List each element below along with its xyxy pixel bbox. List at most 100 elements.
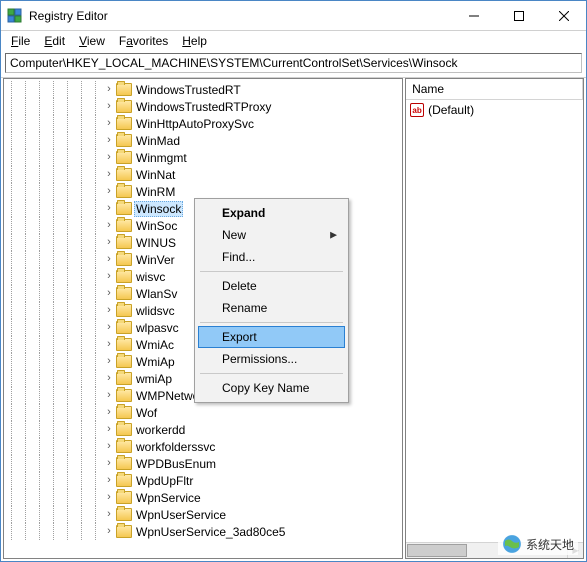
- ctx-separator: [200, 373, 343, 374]
- expander-icon[interactable]: ›: [102, 509, 116, 520]
- tree-item[interactable]: › workerdd: [4, 421, 402, 438]
- scrollbar-thumb[interactable]: [407, 544, 467, 557]
- expander-icon[interactable]: ›: [102, 271, 116, 282]
- expander-icon[interactable]: ›: [102, 203, 116, 214]
- tree-item-label: WINUS: [134, 236, 178, 250]
- expander-icon[interactable]: ›: [102, 475, 116, 486]
- list-pane[interactable]: Name ab (Default) ▶: [405, 78, 584, 559]
- expander-icon[interactable]: ›: [102, 186, 116, 197]
- folder-icon: [116, 440, 132, 453]
- folder-icon: [116, 389, 132, 402]
- expander-icon[interactable]: ›: [102, 356, 116, 367]
- submenu-arrow-icon: ▶: [330, 230, 337, 241]
- tree-item-label: WmiAp: [134, 355, 177, 369]
- ctx-copy-key-name[interactable]: Copy Key Name: [198, 377, 345, 399]
- tree-item[interactable]: › WpnUserService_3ad80ce5: [4, 523, 402, 540]
- tree-item[interactable]: ›WpnService: [4, 489, 402, 506]
- ctx-new[interactable]: New▶: [198, 224, 345, 246]
- app-icon: [7, 8, 23, 24]
- menu-file[interactable]: File: [5, 33, 36, 49]
- folder-icon: [116, 525, 132, 538]
- list-header: Name: [406, 79, 583, 100]
- expander-icon[interactable]: ›: [102, 220, 116, 231]
- tree-item[interactable]: ›WinMad: [4, 132, 402, 149]
- expander-icon[interactable]: ›: [102, 458, 116, 469]
- tree-item[interactable]: › workfolderssvc: [4, 438, 402, 455]
- expander-icon[interactable]: ›: [102, 254, 116, 265]
- tree-item-label: WlanSv: [134, 287, 179, 301]
- tree-item[interactable]: ›WinNat: [4, 166, 402, 183]
- expander-icon[interactable]: ›: [102, 492, 116, 503]
- tree-item-label: wmiAp: [134, 372, 174, 386]
- tree-item[interactable]: › WPDBusEnum: [4, 455, 402, 472]
- ctx-expand[interactable]: Expand: [198, 202, 345, 224]
- tree-item-label: WinVer: [134, 253, 177, 267]
- globe-icon: [502, 534, 522, 554]
- expander-icon[interactable]: ›: [102, 152, 116, 163]
- expander-icon[interactable]: ›: [102, 237, 116, 248]
- tree-item[interactable]: ›WpdUpFltr: [4, 472, 402, 489]
- minimize-button[interactable]: [451, 1, 496, 30]
- tree-item-label: WPDBusEnum: [134, 457, 218, 471]
- menu-view[interactable]: View: [73, 33, 111, 49]
- folder-icon: [116, 338, 132, 351]
- ctx-export[interactable]: Export: [198, 326, 345, 348]
- menu-help[interactable]: Help: [176, 33, 213, 49]
- expander-icon[interactable]: ›: [102, 84, 116, 95]
- folder-icon: [116, 83, 132, 96]
- tree-item-label: WpnUserService_3ad80ce5: [134, 525, 287, 539]
- folder-icon: [116, 491, 132, 504]
- column-name[interactable]: Name: [406, 79, 583, 99]
- tree-item[interactable]: › WpnUserService: [4, 506, 402, 523]
- expander-icon[interactable]: ›: [102, 118, 116, 129]
- folder-icon: [116, 236, 132, 249]
- list-row-default[interactable]: ab (Default): [406, 102, 583, 118]
- ctx-find[interactable]: Find...: [198, 246, 345, 268]
- expander-icon[interactable]: ›: [102, 373, 116, 384]
- menu-edit[interactable]: Edit: [38, 33, 71, 49]
- tree-item[interactable]: ›WinHttpAutoProxySvc: [4, 115, 402, 132]
- tree-item-label: workerdd: [134, 423, 187, 437]
- expander-icon[interactable]: ›: [102, 288, 116, 299]
- expander-icon[interactable]: ›: [102, 305, 116, 316]
- tree-item-label: Winsock: [134, 201, 183, 217]
- expander-icon[interactable]: ›: [102, 135, 116, 146]
- ctx-separator: [200, 322, 343, 323]
- tree-item[interactable]: ›WindowsTrustedRT: [4, 81, 402, 98]
- expander-icon[interactable]: ›: [102, 526, 116, 537]
- expander-icon[interactable]: ›: [102, 169, 116, 180]
- tree-item-label: workfolderssvc: [134, 440, 217, 454]
- folder-icon: [116, 423, 132, 436]
- watermark: 系统天地: [498, 533, 578, 555]
- tree-item[interactable]: ›WindowsTrustedRTProxy: [4, 98, 402, 115]
- expander-icon[interactable]: ›: [102, 101, 116, 112]
- folder-icon: [116, 474, 132, 487]
- address-input[interactable]: Computer\HKEY_LOCAL_MACHINE\SYSTEM\Curre…: [5, 53, 582, 73]
- folder-icon: [116, 355, 132, 368]
- expander-icon[interactable]: ›: [102, 339, 116, 350]
- expander-icon[interactable]: ›: [102, 322, 116, 333]
- tree-item-label: wisvc: [134, 270, 167, 284]
- tree-item[interactable]: ›Wof: [4, 404, 402, 421]
- tree-item-label: WmiAc: [134, 338, 176, 352]
- menu-favorites[interactable]: Favorites: [113, 33, 174, 49]
- string-value-icon: ab: [410, 103, 424, 117]
- folder-icon: [116, 168, 132, 181]
- close-button[interactable]: [541, 1, 586, 30]
- tree-item-label: WpnUserService: [134, 508, 228, 522]
- folder-icon: [116, 406, 132, 419]
- tree-item-label: wlpasvc: [134, 321, 181, 335]
- tree-item[interactable]: ›Winmgmt: [4, 149, 402, 166]
- ctx-permissions[interactable]: Permissions...: [198, 348, 345, 370]
- ctx-delete[interactable]: Delete: [198, 275, 345, 297]
- expander-icon[interactable]: ›: [102, 390, 116, 401]
- maximize-button[interactable]: [496, 1, 541, 30]
- expander-icon[interactable]: ›: [102, 441, 116, 452]
- tree-item-label: WinRM: [134, 185, 177, 199]
- folder-icon: [116, 457, 132, 470]
- folder-icon: [116, 117, 132, 130]
- folder-icon: [116, 151, 132, 164]
- expander-icon[interactable]: ›: [102, 424, 116, 435]
- expander-icon[interactable]: ›: [102, 407, 116, 418]
- ctx-rename[interactable]: Rename: [198, 297, 345, 319]
